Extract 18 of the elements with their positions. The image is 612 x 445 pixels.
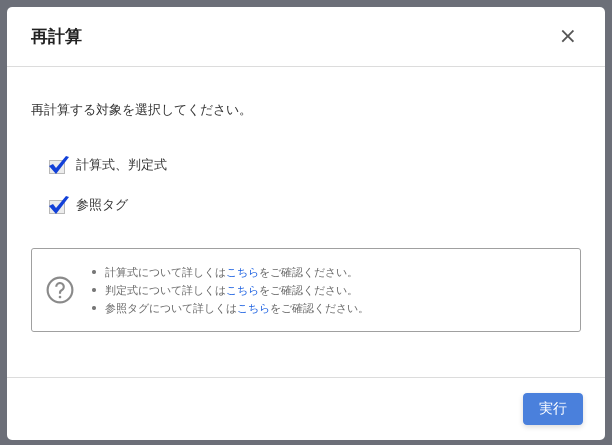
help-icon (46, 276, 74, 304)
checkbox-label[interactable]: 参照タグ (76, 196, 128, 214)
info-text: 判定式について詳しくはこちら をご確認ください。 (105, 282, 358, 298)
bullet-icon (92, 270, 96, 274)
checkbox-label[interactable]: 計算式、判定式 (76, 156, 167, 174)
info-text: 計算式について詳しくはこちら をご確認ください。 (105, 264, 358, 280)
help-link[interactable]: こちら (237, 302, 270, 314)
help-link[interactable]: こちら (226, 284, 259, 296)
checkbox[interactable] (48, 155, 70, 175)
help-link[interactable]: こちら (226, 266, 259, 278)
run-button[interactable]: 実行 (523, 393, 583, 425)
bullet-icon (92, 288, 96, 292)
checkbox[interactable] (48, 195, 70, 215)
info-text: 参照タグについて詳しくはこちら をご確認ください。 (105, 300, 369, 316)
instruction-text: 再計算する対象を選択してください。 (31, 102, 253, 119)
dialog-title: 再計算 (31, 26, 82, 48)
bullet-icon (92, 306, 96, 310)
close-button[interactable]: × (554, 26, 581, 48)
